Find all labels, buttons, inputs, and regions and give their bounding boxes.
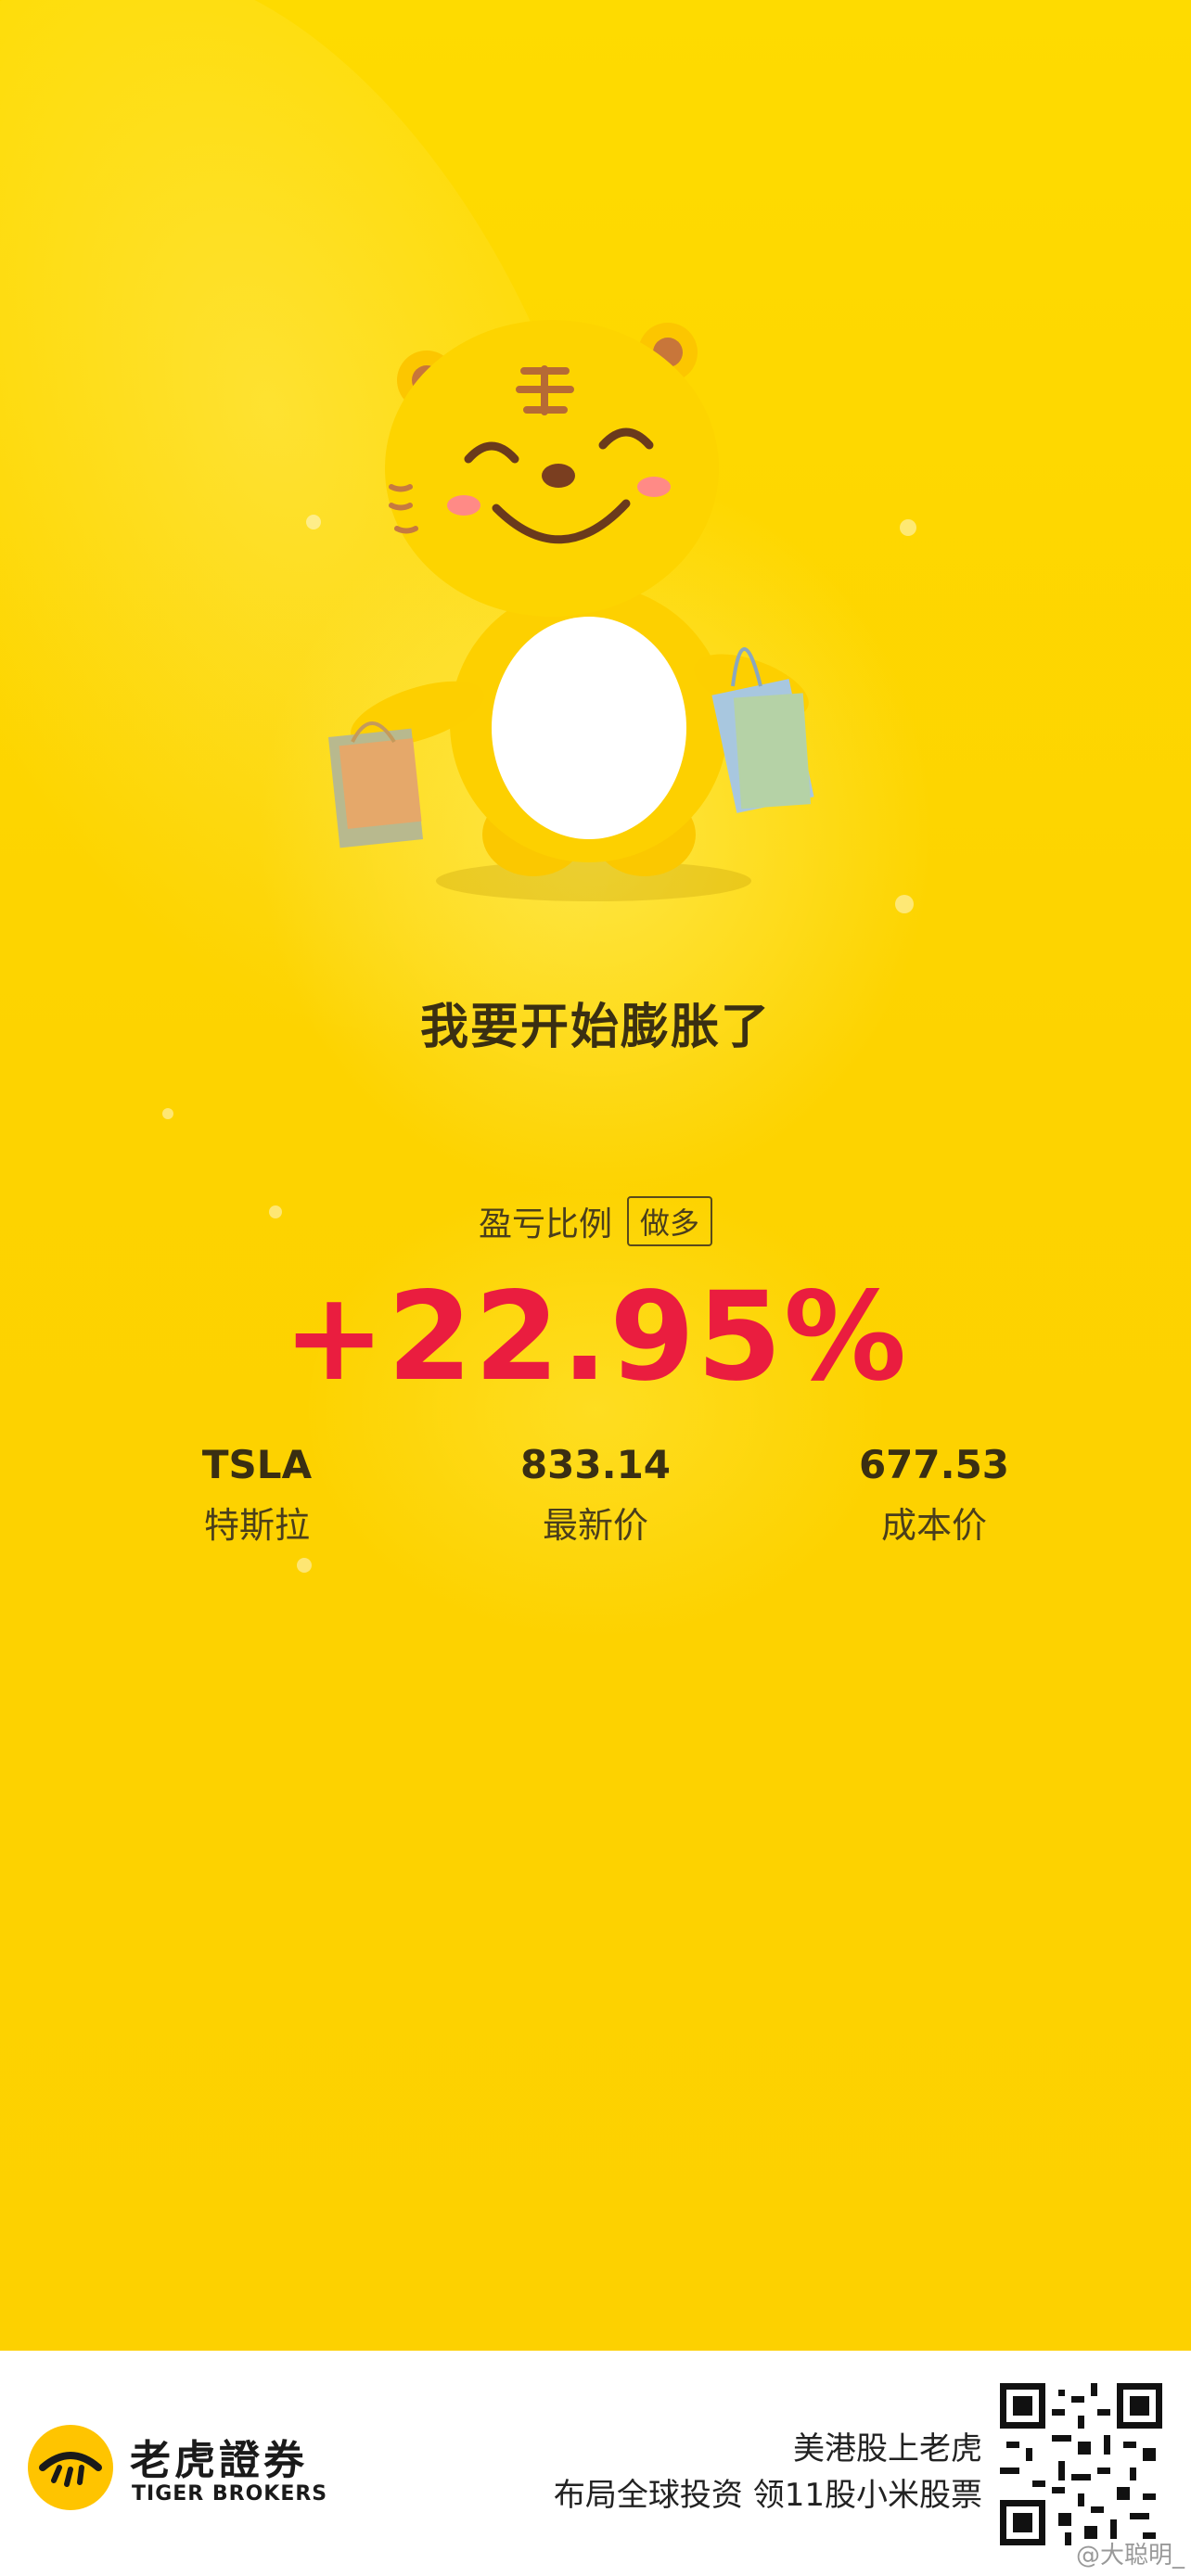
tiger-logo-icon xyxy=(28,2425,113,2510)
last-price-label: 最新价 xyxy=(542,1505,648,1546)
profit-ratio-label: 盈亏比例 xyxy=(478,1205,612,1243)
qr-code[interactable] xyxy=(1000,2383,1162,2545)
cost-price-label: 成本价 xyxy=(880,1505,987,1546)
profit-ratio-header: 盈亏比例 做多 xyxy=(0,1196,1191,1246)
promo-line-2: 布局全球投资 领11股小米股票 xyxy=(553,2477,982,2514)
watermark: @大聪明_ xyxy=(1076,2542,1185,2570)
profit-ratio-value: +22.95% xyxy=(282,1266,909,1409)
position-direction-badge: 做多 xyxy=(627,1196,713,1246)
share-poster: 我要开始膨胀了 盈亏比例 做多 +22.95% TSLA 特斯拉 833.14 … xyxy=(0,0,1191,2351)
sparkle xyxy=(162,1108,173,1119)
last-price-value: 833.14 xyxy=(519,1442,672,1487)
footer-bar: 老虎證券 TIGER BROKERS 美港股上老虎 布局全球投资 领11股小米股… xyxy=(0,2351,1191,2576)
brand-name-en: TIGER BROKERS xyxy=(132,2482,328,2506)
tiger-mascot-illustration xyxy=(327,320,814,901)
sparkle xyxy=(900,519,916,536)
promo-line-1: 美港股上老虎 xyxy=(793,2430,982,2468)
cost-price-block: 677.53 成本价 xyxy=(804,1442,1064,1548)
last-price-block: 833.14 最新价 xyxy=(466,1442,725,1548)
stock-name: 特斯拉 xyxy=(203,1505,310,1546)
stock-stats: TSLA 特斯拉 833.14 最新价 677.53 成本价 xyxy=(0,1442,1191,1562)
slogan: 我要开始膨胀了 xyxy=(419,1000,771,1055)
stock-symbol: TSLA xyxy=(201,1442,313,1487)
cost-price-value: 677.53 xyxy=(858,1442,1010,1487)
brand-name-cn: 老虎證券 xyxy=(130,2437,308,2484)
stock-info: TSLA 特斯拉 xyxy=(127,1442,387,1548)
sparkle xyxy=(895,895,914,913)
